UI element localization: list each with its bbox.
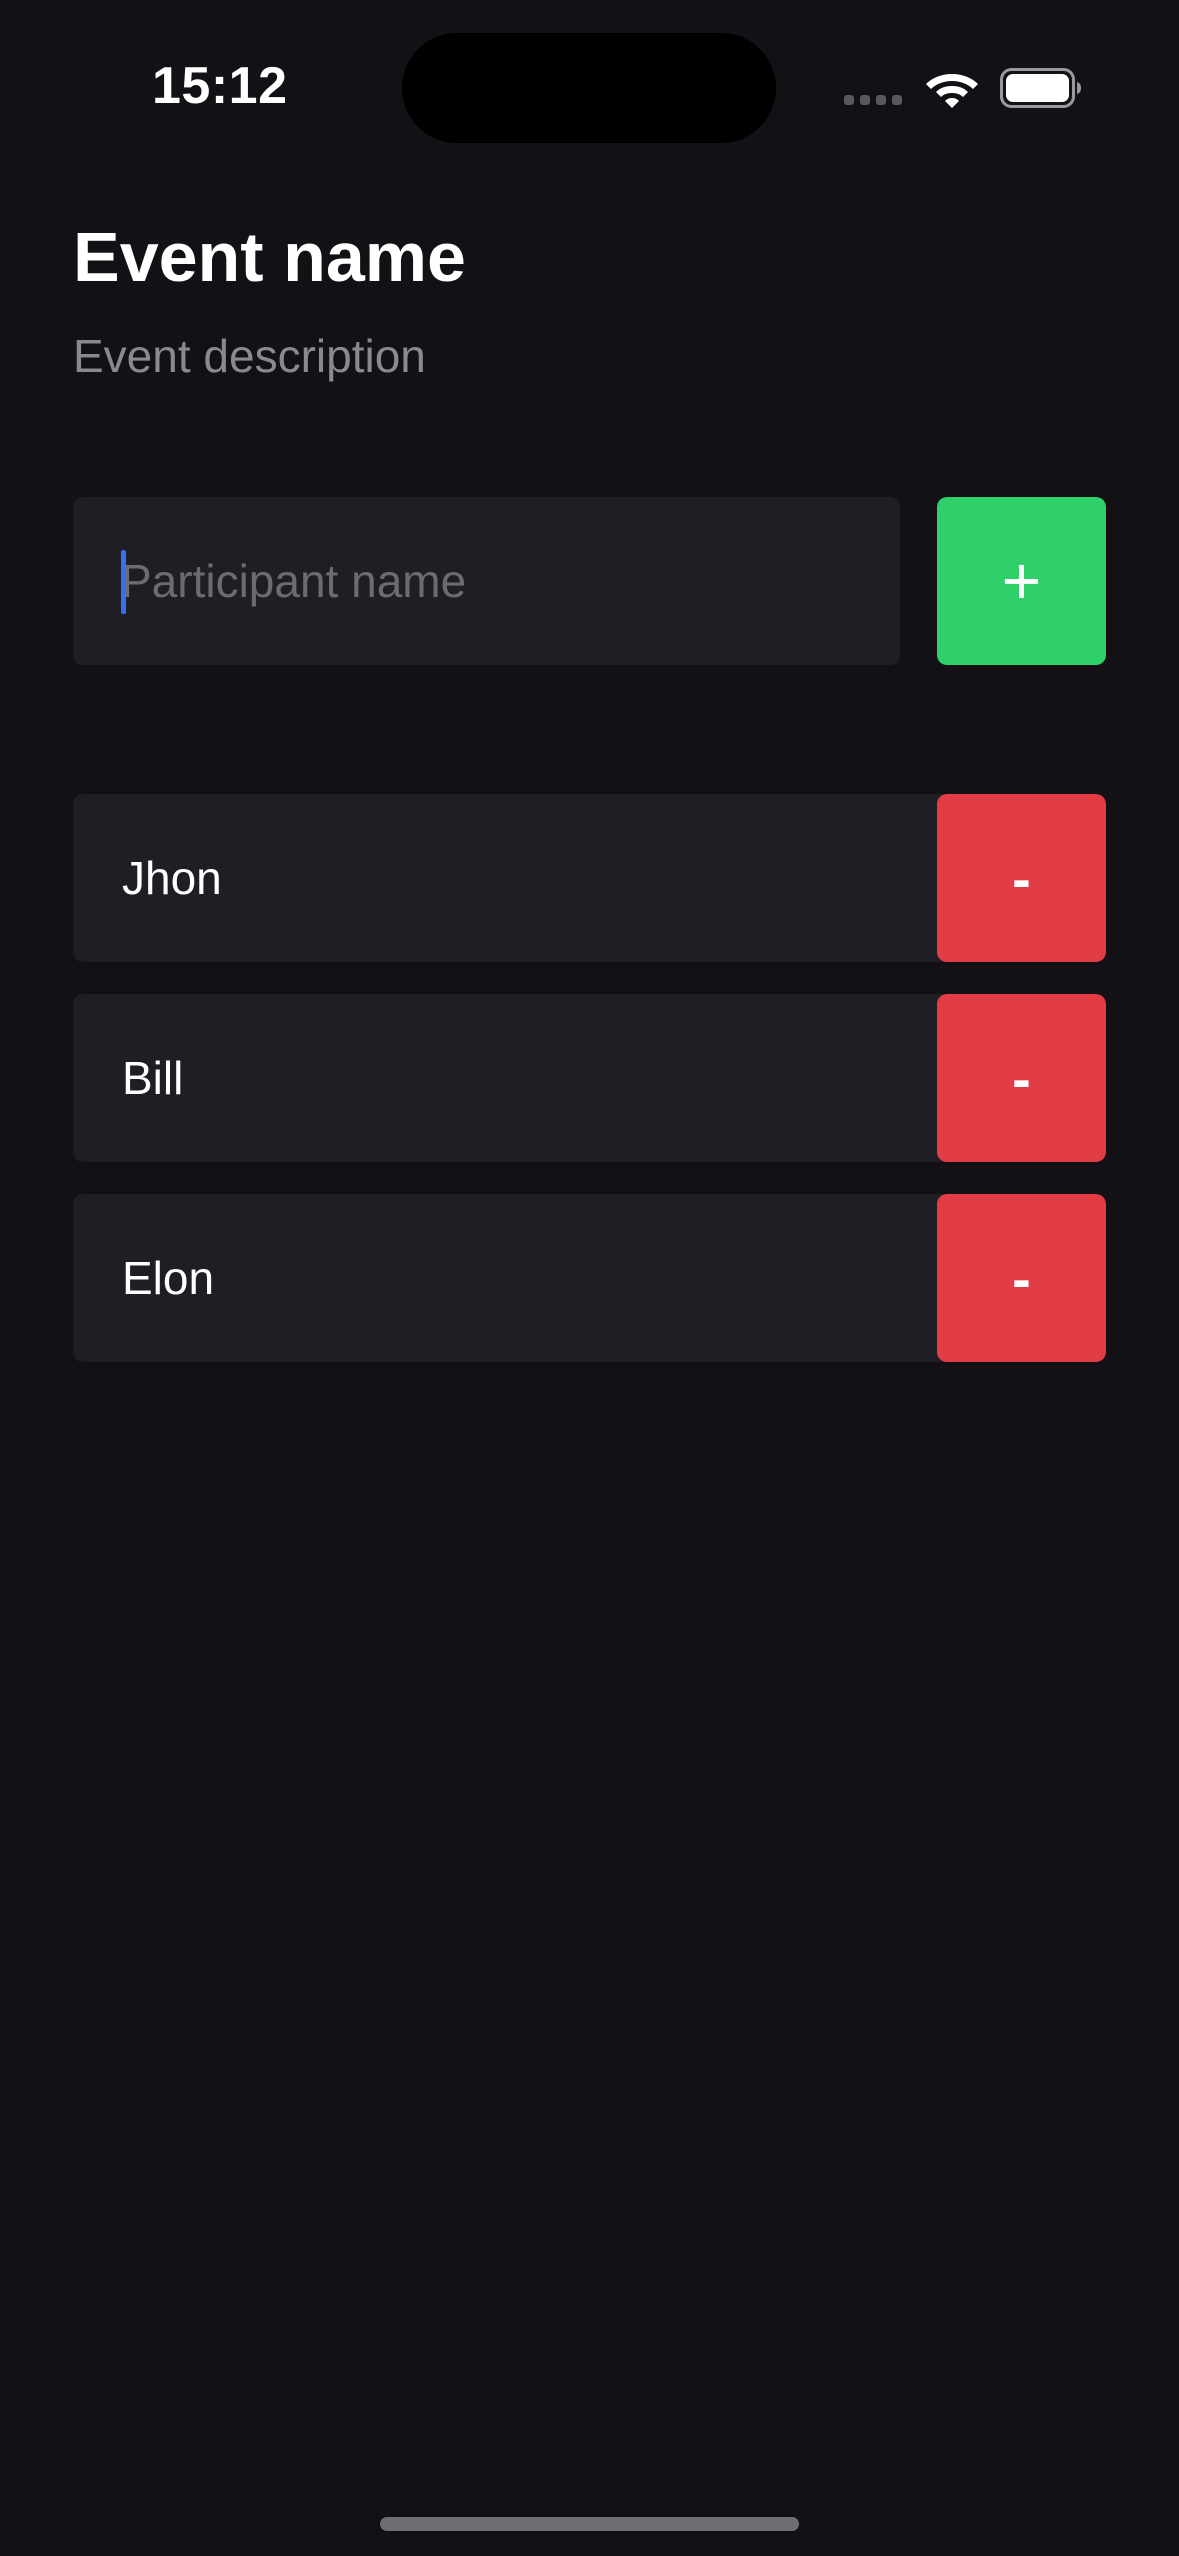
home-indicator[interactable] xyxy=(380,2517,799,2531)
text-cursor xyxy=(121,550,126,614)
participant-row: Elon - xyxy=(73,1194,1106,1362)
add-participant-button[interactable]: + xyxy=(937,497,1106,665)
dynamic-island xyxy=(402,33,776,143)
participant-name-input[interactable] xyxy=(121,497,881,665)
event-title: Event name xyxy=(73,218,466,296)
remove-participant-button[interactable]: - xyxy=(937,794,1106,962)
event-description: Event description xyxy=(73,330,426,382)
participant-name: Elon xyxy=(122,1252,215,1304)
participant-list: Jhon - Bill - Elon - xyxy=(73,794,1106,1394)
participant-name: Jhon xyxy=(122,852,222,904)
remove-participant-button[interactable]: - xyxy=(937,994,1106,1162)
wifi-icon xyxy=(926,74,978,108)
participant-row: Jhon - xyxy=(73,794,1106,962)
status-time: 15:12 xyxy=(152,57,288,115)
participant-name: Bill xyxy=(122,1052,184,1104)
participant-input-container xyxy=(73,497,900,665)
remove-participant-button[interactable]: - xyxy=(937,1194,1106,1362)
participant-row: Bill - xyxy=(73,994,1106,1162)
cellular-signal-icon xyxy=(844,95,902,105)
battery-icon xyxy=(1000,68,1081,108)
